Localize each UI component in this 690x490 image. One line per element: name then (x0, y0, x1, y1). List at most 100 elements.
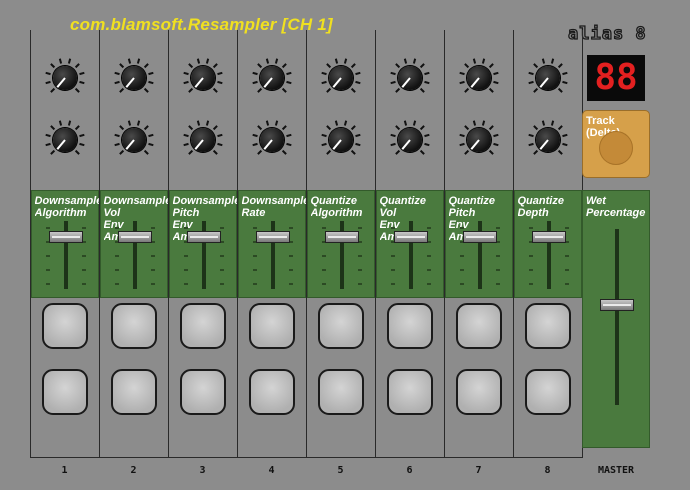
fader-scale-tick (390, 283, 395, 285)
fader-scale-tick (390, 269, 395, 271)
fader-scale-tick (321, 255, 326, 257)
strip-7-knob-2[interactable] (457, 118, 501, 162)
fader-scale-tick (252, 269, 257, 271)
fader-scale-tick (81, 255, 86, 257)
strip-1-fader-panel: Downsample Algorithm (30, 190, 99, 298)
strip-5-fader-panel: Quantize Algorithm (306, 190, 375, 298)
fader-scale-tick (321, 269, 326, 271)
strip-6-number: 6 (406, 465, 413, 476)
fader-scale-tick (426, 255, 431, 257)
fader-scale-tick (150, 269, 155, 271)
master-fader-handle[interactable] (600, 298, 634, 311)
fader-scale-tick (288, 269, 293, 271)
strip-7-fader-handle[interactable] (462, 231, 497, 244)
channel-display: 88 (587, 55, 645, 101)
fader-scale-tick (252, 255, 257, 257)
strip-8-knob-1[interactable] (526, 56, 570, 100)
fader-scale-tick (219, 283, 224, 285)
strip-6-fader-panel: Quantize Vol Env Amt (375, 190, 444, 298)
fader-scale-tick (114, 227, 119, 229)
fader-scale-tick (150, 283, 155, 285)
fader-scale-tick (288, 255, 293, 257)
strip-4-fader-handle[interactable] (255, 231, 290, 244)
strip-6-fader-handle[interactable] (393, 231, 428, 244)
strip-1-fader-handle[interactable] (48, 231, 83, 244)
strip-7-pad-1[interactable] (455, 303, 502, 349)
strip-8-knob-2[interactable] (526, 118, 570, 162)
fader-scale-tick (495, 227, 500, 229)
strip-4-knob-1[interactable] (250, 56, 294, 100)
fader-scale-tick (357, 255, 362, 257)
fader-scale-tick (426, 283, 431, 285)
fader-scale-tick (321, 283, 326, 285)
strip-6-pad-2[interactable] (386, 369, 433, 415)
fader-scale-tick (390, 255, 395, 257)
strip-3-pad-2[interactable] (179, 369, 226, 415)
fader-scale-tick (183, 283, 188, 285)
strip-3-knob-2[interactable] (181, 118, 225, 162)
strip-3-pad-1[interactable] (179, 303, 226, 349)
fader-scale-tick (426, 269, 431, 271)
strip-5-pad-2[interactable] (317, 369, 364, 415)
strip-2-pad-1[interactable] (110, 303, 157, 349)
fader-scale-tick (114, 255, 119, 257)
fader-scale-tick (459, 255, 464, 257)
fader-scale-tick (81, 269, 86, 271)
strip-3-fader-handle[interactable] (186, 231, 221, 244)
fader-scale-tick (357, 227, 362, 229)
fader-scale-tick (459, 227, 464, 229)
strip-2-fader-handle[interactable] (117, 231, 152, 244)
fader-scale-tick (252, 283, 257, 285)
fader-scale-tick (150, 255, 155, 257)
strip-8-fader-handle[interactable] (531, 231, 566, 244)
track-delta-circle[interactable] (599, 131, 633, 165)
strip-1-pad-2[interactable] (41, 369, 88, 415)
strip-8-pad-2[interactable] (524, 369, 571, 415)
fader-scale-tick (528, 269, 533, 271)
strip-4-pad-1[interactable] (248, 303, 295, 349)
strip-4-number: 4 (268, 465, 275, 476)
strip-3-number: 3 (199, 465, 206, 476)
fader-scale-tick (81, 283, 86, 285)
strip-2-pad-2[interactable] (110, 369, 157, 415)
strip-5-knob-2[interactable] (319, 118, 363, 162)
strip-7-knob-1[interactable] (457, 56, 501, 100)
strip-5-knob-1[interactable] (319, 56, 363, 100)
fader-scale-tick (183, 255, 188, 257)
fader-scale-tick (528, 255, 533, 257)
fader-scale-tick (390, 227, 395, 229)
strip-4-pad-2[interactable] (248, 369, 295, 415)
fader-scale-tick (357, 269, 362, 271)
strip-2-number: 2 (130, 465, 137, 476)
strip-1-knob-2[interactable] (43, 118, 87, 162)
strip-8-pad-1[interactable] (524, 303, 571, 349)
fader-scale-tick (495, 283, 500, 285)
strip-6-pad-1[interactable] (386, 303, 433, 349)
strip-1-pad-1[interactable] (41, 303, 88, 349)
strip-3-knob-1[interactable] (181, 56, 225, 100)
strip-4-knob-2[interactable] (250, 118, 294, 162)
fader-scale-tick (495, 269, 500, 271)
strip-2-knob-2[interactable] (112, 118, 156, 162)
strip-5-fader-handle[interactable] (324, 231, 359, 244)
fader-scale-tick (528, 227, 533, 229)
strip-7-pad-2[interactable] (455, 369, 502, 415)
strip-1-knob-1[interactable] (43, 56, 87, 100)
fader-scale-tick (564, 269, 569, 271)
master-fader-track[interactable] (615, 229, 619, 405)
fader-scale-tick (357, 283, 362, 285)
fader-scale-tick (183, 269, 188, 271)
fader-scale-tick (288, 227, 293, 229)
track-delta-button[interactable]: Track (Delta) (582, 110, 650, 178)
strip-8-fader-panel: Quantize Depth (513, 190, 582, 298)
strip-6-knob-1[interactable] (388, 56, 432, 100)
fader-scale-tick (252, 227, 257, 229)
strip-5-pad-1[interactable] (317, 303, 364, 349)
fader-scale-tick (219, 227, 224, 229)
fader-scale-tick (45, 227, 50, 229)
strip-3-fader-panel: Downsample Pitch Env Amt (168, 190, 237, 298)
strip-6-knob-2[interactable] (388, 118, 432, 162)
strip-4-fader-panel: Downsample Rate (237, 190, 306, 298)
strip-2-knob-1[interactable] (112, 56, 156, 100)
fader-scale-tick (45, 255, 50, 257)
